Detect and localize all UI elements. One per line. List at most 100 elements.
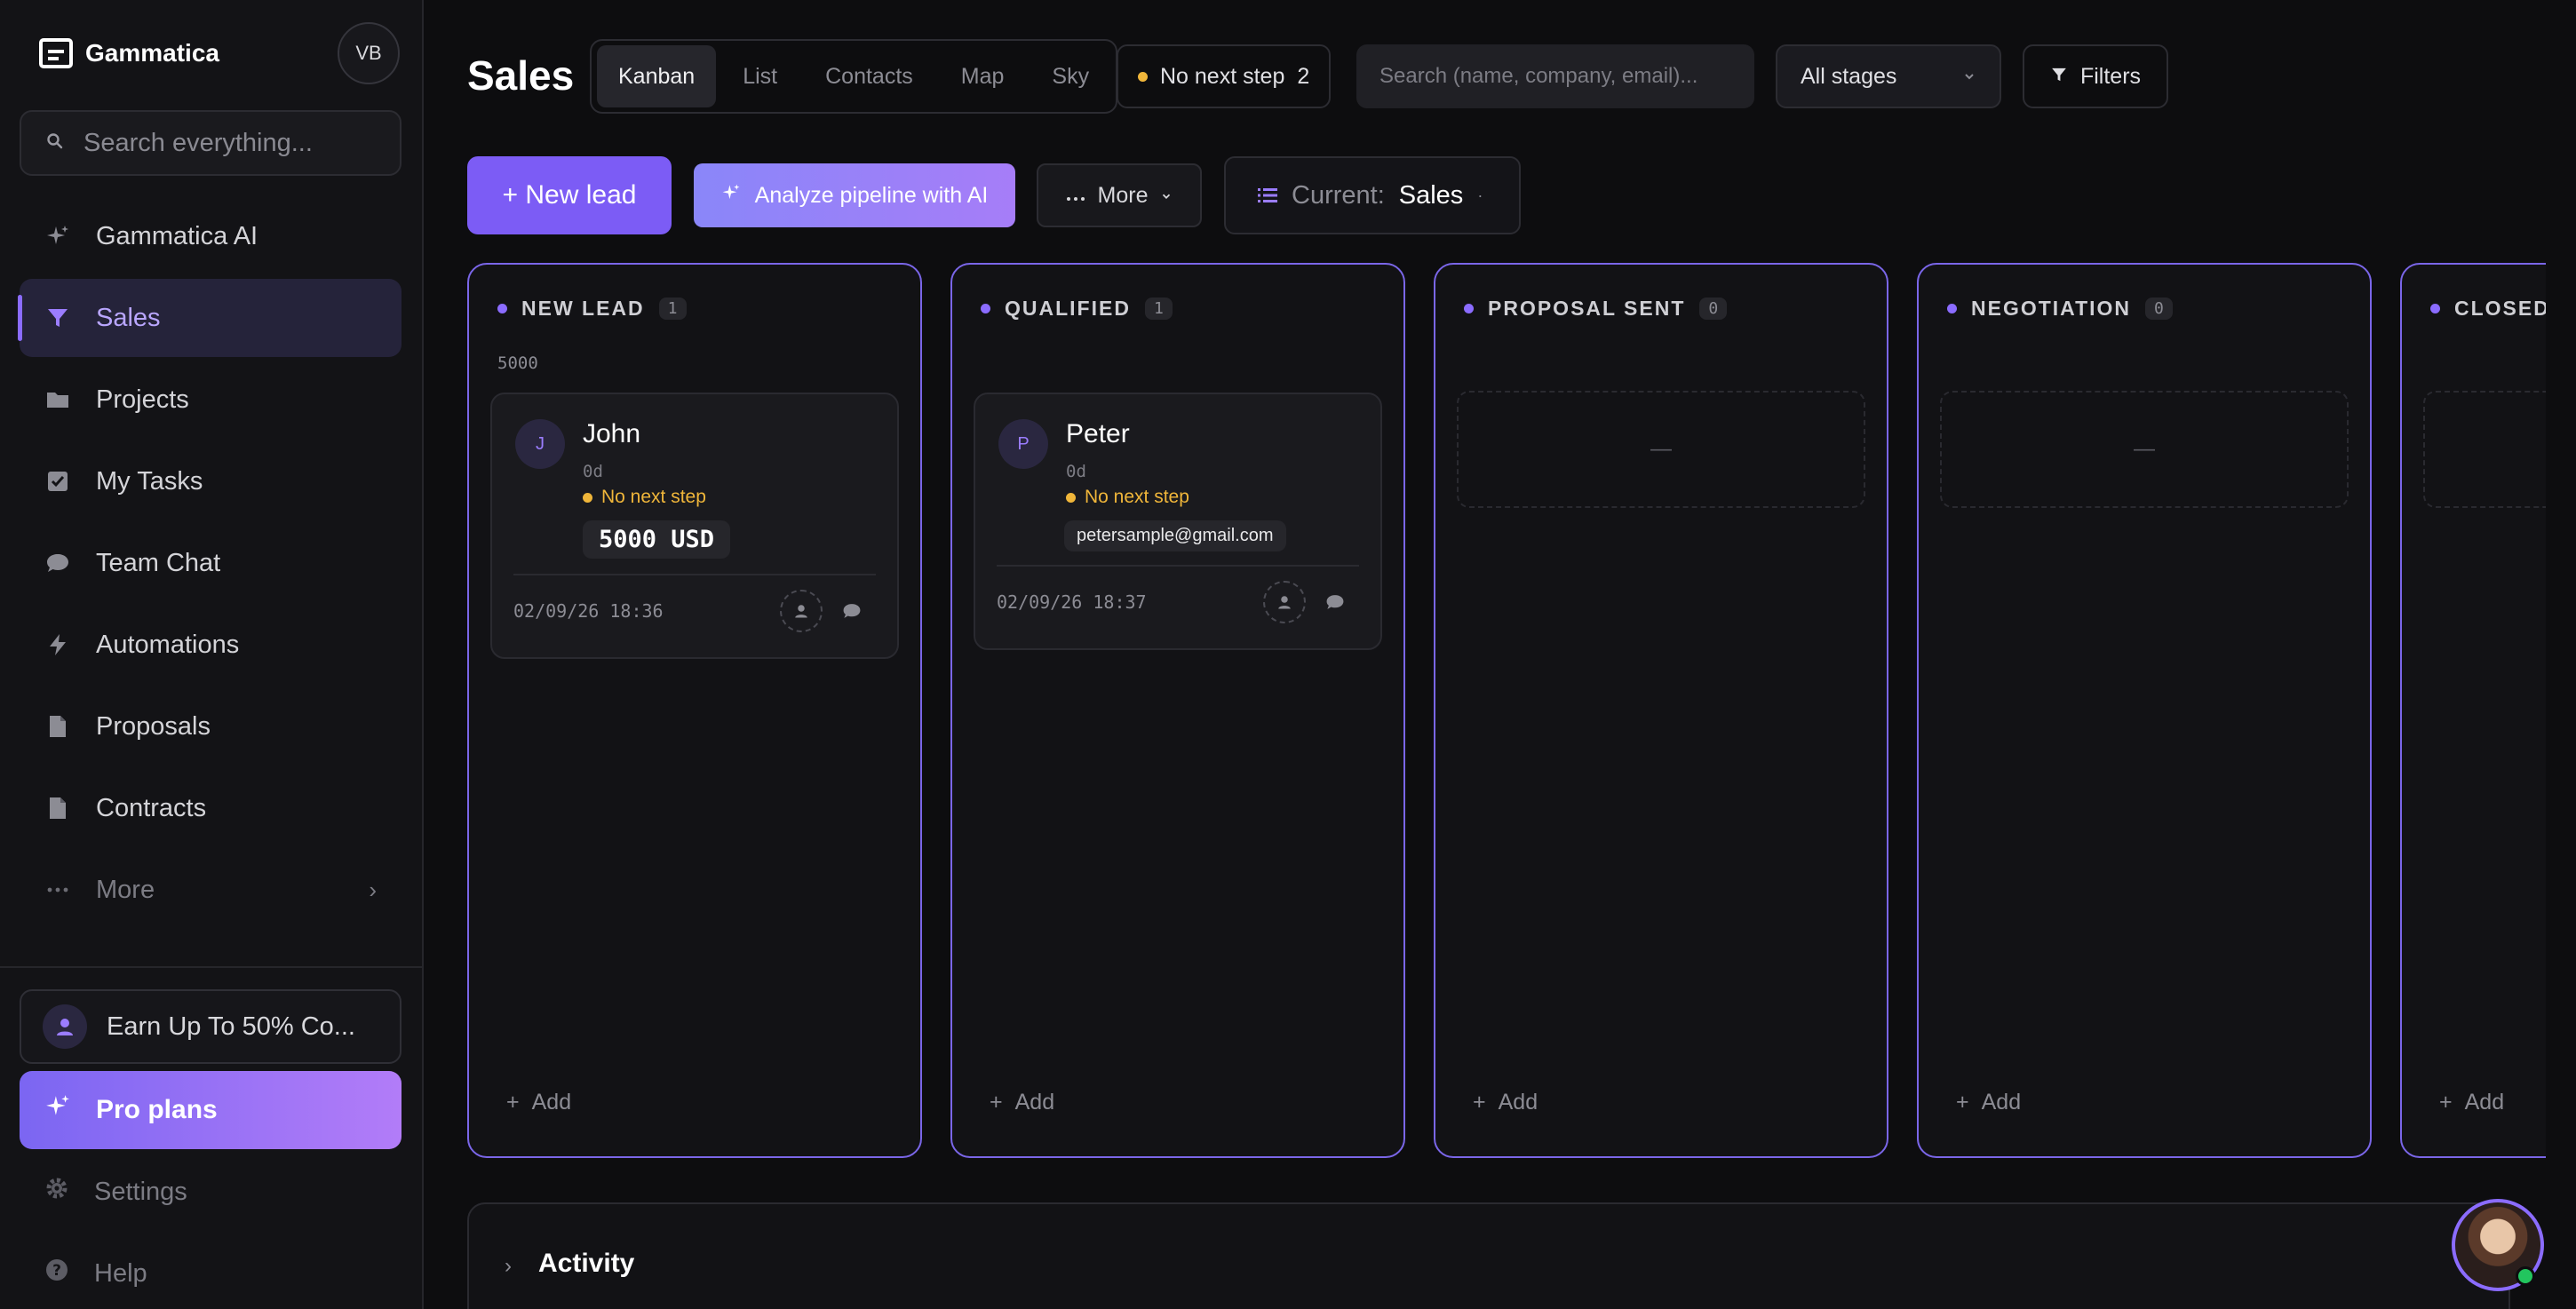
sidebar-item-help[interactable]: ? Help [20, 1236, 402, 1309]
sidebar-item-label: Proposals [96, 711, 211, 741]
funnel-icon [44, 305, 71, 331]
tab-contacts[interactable]: Contacts [804, 45, 934, 107]
sidebar-item-settings[interactable]: Settings [20, 1154, 402, 1229]
lead-card-peter[interactable]: P Peter 0d No next step petersample@gmai… [974, 393, 1382, 650]
brand-name: Gammatica [85, 39, 219, 67]
more-button[interactable]: More [1037, 163, 1202, 227]
column-dot [1464, 304, 1474, 313]
no-next-step-label: No next step [1160, 63, 1285, 89]
no-next-step-filter[interactable]: No next step 2 [1117, 44, 1332, 108]
brand[interactable]: Gammatica [39, 36, 219, 71]
lead-date: 02/09/26 18:37 [997, 591, 1147, 613]
lead-value: 5000 USD [583, 520, 731, 559]
column-header: NEW LEAD 1 [497, 297, 687, 321]
assign-user-icon[interactable] [1263, 581, 1306, 623]
card-divider [997, 565, 1359, 567]
sidebar-item-proposals[interactable]: Proposals [20, 687, 402, 766]
sidebar-item-label: Automations [96, 630, 240, 659]
user-avatar[interactable]: VB [338, 22, 400, 84]
column-dot [2430, 304, 2440, 313]
search-icon [46, 132, 64, 155]
filters-button[interactable]: Filters [2023, 44, 2168, 108]
status-dot [1066, 492, 1076, 503]
document-icon [44, 713, 71, 740]
sidebar-item-team-chat[interactable]: Team Chat [20, 524, 402, 602]
pro-plans-button[interactable]: Pro plans [20, 1071, 402, 1149]
chevron-right-icon: › [369, 876, 377, 903]
tab-kanban[interactable]: Kanban [597, 45, 717, 107]
comment-icon[interactable] [1322, 589, 1348, 615]
main-content: Sales Kanban List Contacts Map Sky No ne… [425, 0, 2576, 1309]
comment-icon[interactable] [839, 598, 865, 624]
card-divider [513, 574, 876, 575]
add-label: Add [1981, 1090, 2022, 1115]
sidebar-item-label: Team Chat [96, 548, 221, 577]
column-dot [981, 304, 990, 313]
empty-placeholder: — [1940, 391, 2349, 508]
column-count: 0 [2145, 298, 2173, 320]
column-dot [1947, 304, 1957, 313]
column-count: 1 [1144, 298, 1173, 320]
column-title: NEGOTIATION [1971, 297, 2132, 320]
svg-text:?: ? [52, 1262, 61, 1280]
column-title: PROPOSAL SENT [1488, 297, 1686, 320]
sidebar-nav: Gammatica AI Sales Projects My Tasks Tea… [18, 197, 402, 932]
add-lead-button[interactable]: + Add [2439, 1090, 2504, 1115]
sidebar-search-input[interactable] [83, 128, 368, 158]
sidebar: Gammatica VB Gammatica AI Sales Projects [0, 0, 424, 1309]
next-step-label: No next step [601, 487, 706, 507]
lead-age: 0d [583, 462, 603, 481]
no-next-step-count: 2 [1297, 63, 1310, 89]
stage-select-value: All stages [1801, 63, 1897, 89]
add-label: Add [531, 1090, 572, 1115]
plus-icon: + [1956, 1090, 1969, 1115]
column-title: QUALIFIED [1005, 297, 1131, 320]
lead-name: John [583, 419, 641, 448]
activity-title: Activity [538, 1249, 635, 1278]
sidebar-item-projects[interactable]: Projects [20, 361, 402, 439]
assign-user-icon[interactable] [780, 590, 823, 632]
pipeline-switcher[interactable]: Current: Sales · [1224, 156, 1521, 234]
sidebar-search[interactable] [20, 110, 402, 176]
activity-panel[interactable]: › Activity [467, 1202, 2510, 1309]
lead-search-input[interactable] [1379, 64, 1735, 89]
online-status-dot [2516, 1266, 2535, 1286]
column-title: CLOSED [2454, 297, 2546, 320]
lead-card-john[interactable]: J John 0d No next step 5000 USD 02/09/26… [490, 393, 899, 659]
add-lead-button[interactable]: + Add [990, 1090, 1054, 1115]
sidebar-item-contracts[interactable]: Contracts [20, 769, 402, 847]
sidebar-item-automations[interactable]: Automations [20, 606, 402, 684]
lead-date: 02/09/26 18:36 [513, 600, 664, 622]
sidebar-item-sales[interactable]: Sales [18, 279, 402, 357]
add-lead-button[interactable]: + Add [1473, 1090, 1538, 1115]
column-title: NEW LEAD [521, 297, 645, 320]
sidebar-item-my-tasks[interactable]: My Tasks [20, 442, 402, 520]
add-lead-button[interactable]: + Add [506, 1090, 571, 1115]
sidebar-item-label: Gammatica AI [96, 221, 258, 250]
new-lead-button[interactable]: + New lead [467, 156, 672, 234]
tab-sky[interactable]: Sky [1030, 45, 1110, 107]
plus-icon: + [506, 1090, 520, 1115]
analyze-pipeline-button[interactable]: Analyze pipeline with AI [694, 163, 1015, 227]
add-lead-button[interactable]: + Add [1956, 1090, 2021, 1115]
tab-map[interactable]: Map [940, 45, 1026, 107]
status-dot [1138, 71, 1148, 82]
add-label: Add [1014, 1090, 1055, 1115]
document-icon [44, 795, 71, 821]
column-proposal-sent: PROPOSAL SENT 0 — + Add [1434, 263, 1888, 1158]
pro-plans-label: Pro plans [96, 1095, 218, 1124]
tab-list[interactable]: List [721, 45, 799, 107]
stage-select[interactable]: All stages [1776, 44, 2001, 108]
column-qualified: QUALIFIED 1 P Peter 0d No next step pete… [950, 263, 1405, 1158]
column-header: PROPOSAL SENT 0 [1464, 297, 1728, 321]
sparkle-icon [44, 1093, 71, 1127]
lead-search[interactable] [1356, 44, 1754, 108]
sidebar-item-gammatica-ai[interactable]: Gammatica AI [20, 197, 402, 275]
settings-label: Settings [94, 1177, 187, 1206]
sidebar-item-more[interactable]: More › [20, 851, 402, 929]
earn-commission-link[interactable]: Earn Up To 50% Co... [20, 989, 402, 1064]
gear-icon [44, 1176, 69, 1208]
chevron-down-icon [1160, 183, 1173, 209]
current-pipeline-value: Sales [1398, 180, 1464, 210]
empty-placeholder: — [1457, 391, 1865, 508]
